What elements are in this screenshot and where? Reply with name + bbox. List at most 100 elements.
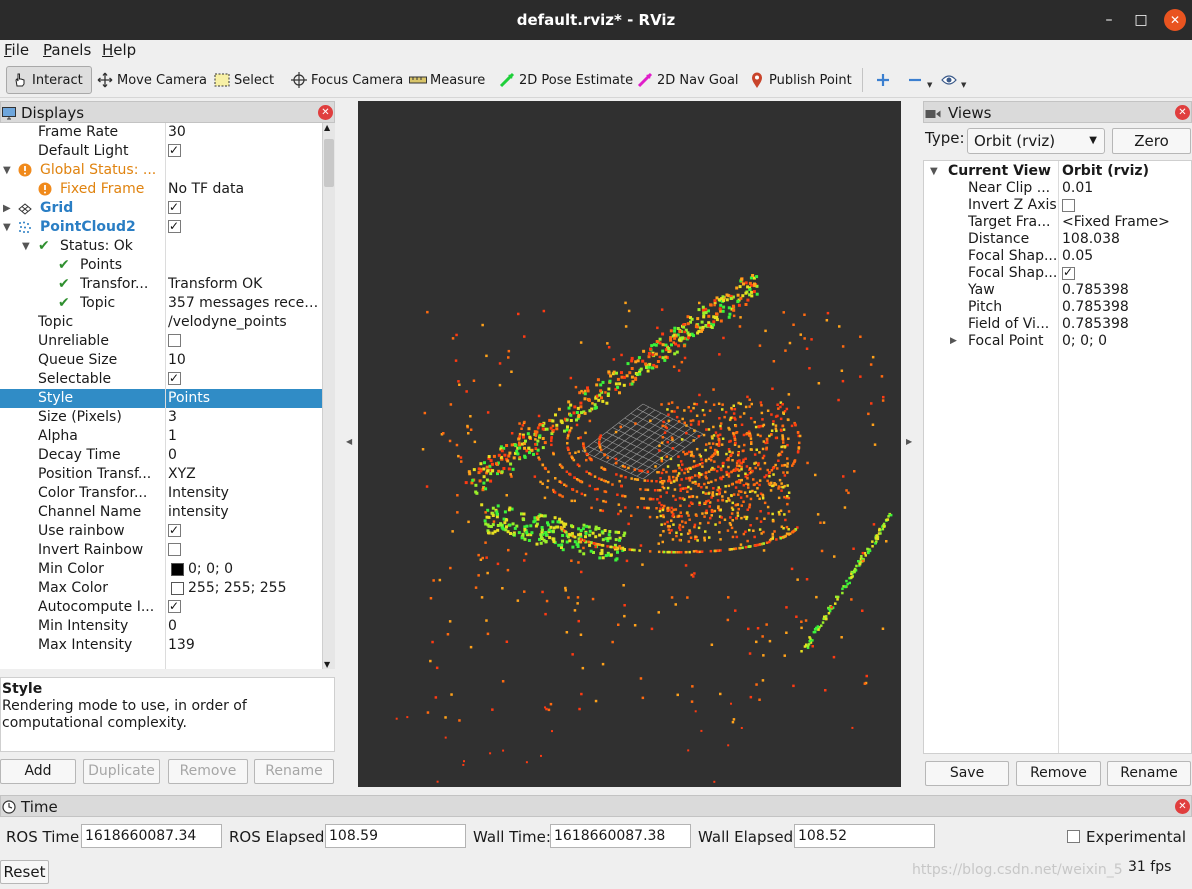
- list-item[interactable]: Max Intensity 139: [0, 636, 322, 655]
- select-tool-button[interactable]: Select: [213, 66, 274, 94]
- pose-estimate-tool-button[interactable]: 2D Pose Estimate: [498, 66, 633, 94]
- list-item[interactable]: Use rainbow: [0, 522, 322, 541]
- experimental-checkbox[interactable]: [1067, 830, 1080, 843]
- list-item[interactable]: Alpha 1: [0, 427, 322, 446]
- wall-elapsed-field[interactable]: 108.52: [794, 824, 935, 848]
- save-view-button[interactable]: Save: [925, 761, 1009, 786]
- zero-view-button[interactable]: Zero: [1112, 128, 1191, 154]
- nav-goal-tool-button[interactable]: 2D Nav Goal: [636, 66, 739, 94]
- interact-tool-button[interactable]: Interact: [6, 66, 92, 94]
- list-item[interactable]: ▶ Grid: [0, 199, 322, 218]
- rename-display-button[interactable]: Rename: [254, 759, 334, 784]
- collapse-arrow-icon[interactable]: ▼: [22, 237, 30, 256]
- left-splitter[interactable]: ◀: [343, 100, 355, 788]
- menu-panels[interactable]: Panels: [43, 41, 91, 59]
- pointcloud2-checkbox[interactable]: [168, 218, 181, 236]
- autocompute-checkbox[interactable]: [168, 598, 181, 616]
- watermark-text: https://blog.csdn.net/weixin_5: [912, 862, 1123, 878]
- window-title: default.rviz* - RViz: [516, 11, 676, 29]
- right-splitter[interactable]: ▶: [903, 100, 915, 788]
- minimize-button[interactable]: –: [1098, 9, 1120, 31]
- min-color-swatch[interactable]: [171, 563, 184, 576]
- scroll-down-icon[interactable]: ▼: [324, 660, 330, 669]
- menu-bar: File Panels Help: [0, 40, 1192, 62]
- list-item[interactable]: ▼ PointCloud2: [0, 218, 322, 237]
- focal-shape-fixed-checkbox[interactable]: [1062, 264, 1075, 281]
- invert-rainbow-checkbox[interactable]: [168, 543, 181, 556]
- scrollbar-thumb[interactable]: [324, 139, 334, 187]
- selectable-checkbox[interactable]: [168, 370, 181, 388]
- menu-help[interactable]: Help: [102, 41, 136, 59]
- list-item[interactable]: ✔ Transfor... Transform OK: [0, 275, 322, 294]
- view-type-label: Type:: [925, 129, 965, 147]
- list-item[interactable]: Default Light: [0, 142, 322, 161]
- list-item[interactable]: Unreliable: [0, 332, 322, 351]
- collapse-arrow-icon[interactable]: ▼: [930, 163, 938, 180]
- list-item[interactable]: Autocompute I...: [0, 598, 322, 617]
- displays-scrollbar[interactable]: ▲ ▼: [322, 123, 335, 669]
- 3d-viewport[interactable]: [358, 101, 901, 787]
- ros-time-field[interactable]: 1618660087.34: [81, 824, 222, 848]
- close-window-button[interactable]: ✕: [1164, 9, 1186, 31]
- remove-tool-button[interactable]: ▼: [906, 66, 932, 94]
- close-displays-panel-button[interactable]: ✕: [318, 105, 333, 120]
- unreliable-checkbox[interactable]: [168, 334, 181, 347]
- remove-display-button[interactable]: Remove: [168, 759, 248, 784]
- focus-camera-tool-button[interactable]: Focus Camera: [290, 66, 403, 94]
- collapse-arrow-icon[interactable]: ▼: [3, 161, 11, 180]
- column-divider: [1058, 161, 1059, 753]
- camera-icon: [925, 106, 941, 119]
- publish-point-tool-button[interactable]: Publish Point: [748, 66, 852, 94]
- list-item[interactable]: ▼ ✔ Status: Ok: [0, 237, 322, 256]
- expand-arrow-icon[interactable]: ▶: [3, 199, 11, 218]
- list-item[interactable]: ✔ Topic 357 messages recei...: [0, 294, 322, 313]
- invert-z-checkbox[interactable]: [1062, 199, 1075, 212]
- wall-time-label: Wall Time:: [473, 828, 551, 846]
- default-light-checkbox[interactable]: [168, 142, 181, 160]
- collapse-arrow-icon[interactable]: ▼: [3, 218, 11, 237]
- move-camera-tool-button[interactable]: Move Camera: [96, 66, 207, 94]
- duplicate-display-button[interactable]: Duplicate: [83, 759, 160, 784]
- list-item-selected[interactable]: Style Points: [0, 389, 322, 408]
- list-item[interactable]: Max Color 255; 255; 255: [0, 579, 322, 598]
- remove-view-button[interactable]: Remove: [1016, 761, 1101, 786]
- list-item[interactable]: Min Intensity 0: [0, 617, 322, 636]
- add-tool-button[interactable]: [874, 66, 895, 94]
- measure-tool-button[interactable]: Measure: [409, 66, 485, 94]
- view-type-select[interactable]: Orbit (rviz) ▼: [967, 128, 1105, 154]
- list-item[interactable]: Topic/velodyne_points: [0, 313, 322, 332]
- close-time-panel-button[interactable]: ✕: [1175, 799, 1190, 814]
- list-item[interactable]: Selectable: [0, 370, 322, 389]
- list-item[interactable]: Frame Rate 30: [0, 123, 322, 142]
- green-arrow-icon: [498, 71, 516, 89]
- list-item[interactable]: Min Color 0; 0; 0: [0, 560, 322, 579]
- list-item[interactable]: Invert Rainbow: [0, 541, 322, 560]
- panel-visibility-button[interactable]: ▼: [940, 66, 966, 94]
- add-display-button[interactable]: Add: [0, 759, 76, 784]
- list-item[interactable]: Size (Pixels) 3: [0, 408, 322, 427]
- wall-time-field[interactable]: 1618660087.38: [550, 824, 691, 848]
- ros-elapsed-field[interactable]: 108.59: [325, 824, 466, 848]
- maximize-button[interactable]: □: [1130, 9, 1152, 31]
- list-item[interactable]: Fixed Frame No TF data: [0, 180, 322, 199]
- list-item[interactable]: ▼ Global Status: ...: [0, 161, 322, 180]
- grid-checkbox[interactable]: [168, 199, 181, 217]
- list-item[interactable]: Color Transfor... Intensity: [0, 484, 322, 503]
- ruler-icon: [409, 71, 427, 89]
- list-item[interactable]: Decay Time 0: [0, 446, 322, 465]
- menu-file[interactable]: File: [4, 41, 29, 59]
- list-item[interactable]: Channel Name intensity: [0, 503, 322, 522]
- toolbar-separator: [862, 68, 863, 92]
- displays-tree: Frame Rate30 Default Light ▼ Global Stat…: [0, 123, 322, 669]
- scroll-up-icon[interactable]: ▲: [324, 123, 330, 132]
- list-item[interactable]: Position Transf... XYZ: [0, 465, 322, 484]
- close-views-panel-button[interactable]: ✕: [1175, 105, 1190, 120]
- max-color-swatch[interactable]: [171, 582, 184, 595]
- list-item[interactable]: ✔ Points: [0, 256, 322, 275]
- property-description: Style Rendering mode to use, in order of…: [0, 677, 335, 752]
- rename-view-button[interactable]: Rename: [1107, 761, 1191, 786]
- expand-arrow-icon[interactable]: ▶: [950, 333, 957, 350]
- reset-button[interactable]: Reset: [0, 860, 49, 884]
- list-item[interactable]: Queue Size 10: [0, 351, 322, 370]
- use-rainbow-checkbox[interactable]: [168, 522, 181, 540]
